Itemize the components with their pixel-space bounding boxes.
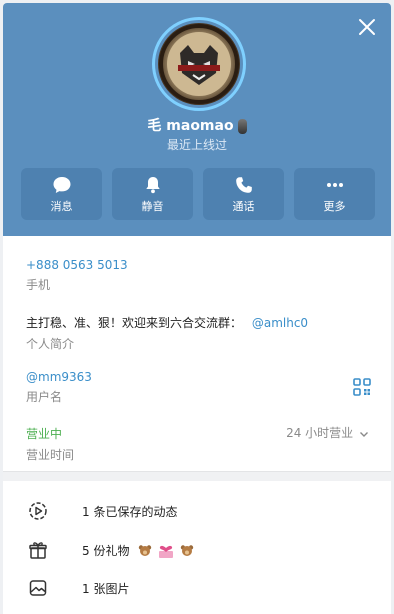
bell-icon [145, 176, 160, 193]
phone-row[interactable]: +888 0563 5013 手机 [26, 258, 128, 293]
premium-badge-icon [237, 118, 247, 134]
business-hours-label: 营业时间 [26, 448, 75, 462]
gifts-label: 5 份礼物 [82, 542, 195, 559]
gifts-count: 5 份礼物 [82, 544, 130, 558]
gifts-item[interactable]: 5 份礼物 [3, 532, 391, 568]
chevron-down-icon [360, 431, 368, 437]
close-button[interactable] [357, 17, 377, 37]
bio-row: 主打稳、准、狠！欢迎来到六合交流群： @amlhc0 个人简介 [26, 314, 308, 352]
section-divider [3, 471, 391, 481]
image-icon [29, 580, 47, 596]
username-row[interactable]: @mm9363 用户名 [26, 370, 92, 405]
more-button[interactable]: 更多 [294, 168, 375, 220]
phone-number: +888 0563 5013 [26, 258, 128, 272]
saved-stories-label: 1 条已保存的动态 [82, 505, 178, 519]
message-icon [53, 176, 70, 193]
hours-value: 24 小时营业 [286, 426, 354, 440]
message-button-label: 消息 [50, 199, 73, 213]
phone-icon [235, 176, 252, 193]
gift-previews [137, 544, 195, 559]
stories-icon [29, 502, 47, 520]
mute-button[interactable]: 静音 [112, 168, 193, 220]
call-button-label: 通话 [232, 199, 255, 213]
call-button[interactable]: 通话 [203, 168, 284, 220]
bio-link[interactable]: @amlhc0 [252, 316, 308, 330]
avatar-image [158, 23, 240, 105]
username-label: 用户名 [26, 390, 63, 404]
username: @mm9363 [26, 370, 92, 384]
phone-label: 手机 [26, 278, 51, 292]
last-seen-status: 最近上线过 [166, 138, 227, 152]
mute-button-label: 静音 [141, 199, 164, 213]
saved-stories-item[interactable]: 1 条已保存的动态 [3, 493, 391, 529]
heart-gift-icon [159, 545, 174, 558]
more-button-label: 更多 [323, 199, 346, 213]
bio-text: 主打稳、准、狠！欢迎来到六合交流群： @amlhc0 [26, 314, 308, 331]
avatar[interactable] [152, 17, 246, 111]
profile-name-text: 毛 maomao [147, 118, 234, 134]
photos-label: 1 张图片 [82, 582, 130, 596]
message-button[interactable]: 消息 [21, 168, 102, 220]
profile-panel: 毛 maomao 最近上线过 消息 静音 通话 更多 +888 0563 501… [3, 3, 391, 614]
bear-gift-icon [139, 545, 152, 556]
business-hours-row[interactable]: 营业中 营业时间 [26, 425, 74, 463]
profile-name: 毛 maomao [3, 115, 391, 135]
action-bar: 消息 静音 通话 更多 [21, 168, 375, 220]
bear-gift-2-icon [180, 545, 194, 556]
business-status: 营业中 [26, 427, 63, 441]
bio-label: 个人简介 [26, 337, 75, 351]
photos-item[interactable]: 1 张图片 [3, 570, 391, 606]
profile-header: 毛 maomao 最近上线过 消息 静音 通话 更多 [3, 3, 391, 236]
gift-icon [29, 542, 47, 559]
qr-code-icon[interactable] [353, 378, 371, 396]
bio-body: 主打稳、准、狠！欢迎来到六合交流群： [26, 316, 243, 330]
more-icon [326, 182, 343, 187]
close-icon [359, 19, 375, 35]
hours-dropdown[interactable]: 24 小时营业 [286, 424, 369, 441]
